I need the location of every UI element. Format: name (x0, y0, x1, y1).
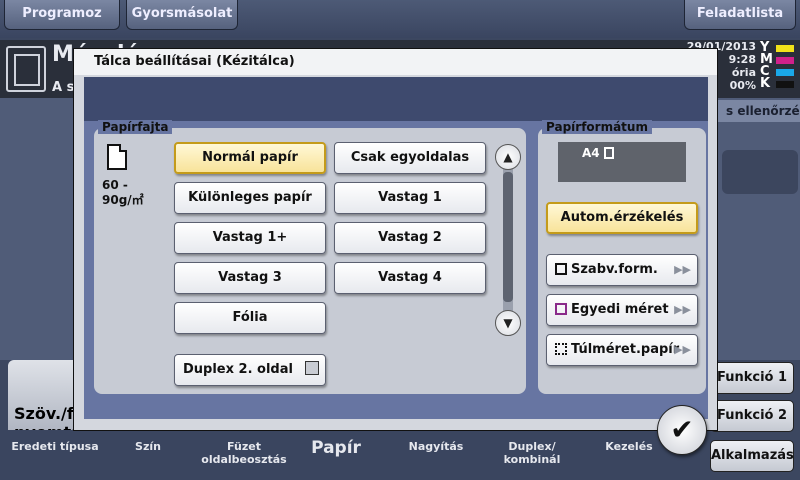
tab-paper[interactable]: Papír (300, 440, 372, 457)
auto-detect-button[interactable]: Autom.érzékelés (546, 202, 698, 234)
dialog-header-band (84, 77, 708, 121)
toner-bar-magenta (776, 57, 794, 64)
duplex-2nd-side-label: Duplex 2. oldal (183, 362, 293, 377)
oversize-icon (555, 343, 567, 355)
plain-paper-button[interactable]: Normál papír (174, 142, 326, 174)
function1-button[interactable]: Funkció 1 (710, 362, 794, 394)
scroll-down-icon[interactable]: ▼ (495, 310, 521, 336)
chevron-right-icon: ▶▶ (674, 263, 691, 276)
thick1plus-button[interactable]: Vastag 1+ (174, 222, 326, 254)
thick4-button[interactable]: Vastag 4 (334, 262, 486, 294)
ok-button[interactable]: ✔ (657, 405, 707, 455)
thick3-button[interactable]: Vastag 3 (174, 262, 326, 294)
chevron-right-icon: ▶▶ (674, 343, 691, 356)
tab-duplex[interactable]: Duplex/ kombinál (492, 440, 572, 466)
toner-k: K (760, 76, 771, 91)
chevron-right-icon: ▶▶ (674, 303, 691, 316)
paper-type-label: Papírfajta (98, 120, 173, 134)
tab-booklet[interactable]: Füzet oldalbeosztás (198, 440, 290, 466)
check-label: s ellenőrzé (718, 100, 800, 122)
tab-job-list[interactable]: Feladatlista (684, 0, 796, 30)
duplex-checkbox[interactable] (305, 361, 319, 375)
toner-bar-yellow (776, 45, 794, 52)
thick1-button[interactable]: Vastag 1 (334, 182, 486, 214)
toner-bar-black (776, 81, 794, 88)
paper-weight-unit: 90g/㎡ (102, 193, 144, 207)
toner-bar-cyan (776, 69, 794, 76)
paper-weight: 60 - 90g/㎡ (102, 178, 144, 208)
tab-program[interactable]: Programoz (4, 0, 120, 30)
single-side-only-button[interactable]: Csak egyoldalas (334, 142, 486, 174)
custom-size-icon (555, 303, 567, 315)
scroll-up-icon[interactable]: ▲ (495, 144, 521, 170)
standard-size-label: Szabv.form. (571, 262, 658, 277)
apply-button[interactable]: Alkalmazás (710, 440, 794, 472)
portrait-icon (603, 147, 614, 159)
custom-size-label: Egyedi méret (571, 302, 669, 317)
paper-icon (107, 144, 127, 170)
dialog-title: Tálca beállításai (Kézitálca) (74, 49, 717, 75)
oversize-label: Túlméret.papír (571, 342, 680, 357)
tab-finishing[interactable]: Kezelés (596, 440, 662, 453)
standard-size-icon (555, 263, 567, 275)
paper-format-value: A4 (582, 146, 600, 160)
combine-icon[interactable] (722, 150, 798, 194)
thick2-button[interactable]: Vastag 2 (334, 222, 486, 254)
copy-mode-icon (6, 46, 46, 92)
tab-quick-copy[interactable]: Gyorsmásolat (126, 0, 238, 30)
oversize-paper-button[interactable]: Túlméret.papír ▶▶ (546, 334, 698, 366)
toner-letters: Y M C K (760, 41, 773, 91)
special-paper-button[interactable]: Különleges papír (174, 182, 326, 214)
paper-weight-range: 60 - (102, 178, 128, 192)
custom-size-button[interactable]: Egyedi méret ▶▶ (546, 294, 698, 326)
tab-zoom[interactable]: Nagyítás (398, 440, 474, 453)
scroll-thumb[interactable] (503, 172, 513, 302)
transparency-button[interactable]: Fólia (174, 302, 326, 334)
tab-original-type[interactable]: Eredeti típusa (10, 440, 100, 453)
paper-format-display: A4 (558, 142, 686, 182)
paper-format-label: Papírformátum (542, 120, 652, 134)
duplex-2nd-side-button[interactable]: Duplex 2. oldal (174, 354, 326, 386)
tab-color[interactable]: Szín (120, 440, 176, 453)
standard-size-button[interactable]: Szabv.form. ▶▶ (546, 254, 698, 286)
function2-button[interactable]: Funkció 2 (710, 400, 794, 432)
top-bar (0, 0, 800, 38)
